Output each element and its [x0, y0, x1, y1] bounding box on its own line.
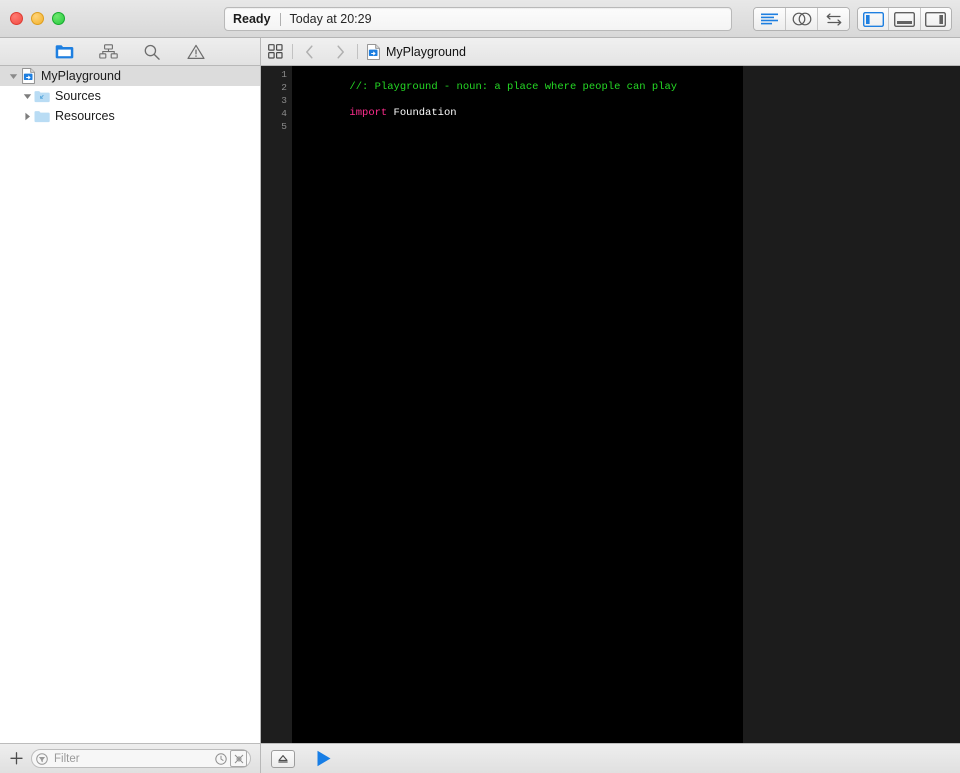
disclosure-triangle-collapsed[interactable]: [20, 109, 34, 123]
tree-item-label: MyPlayground: [41, 69, 121, 83]
debug-area-toggle-icon: [278, 755, 288, 763]
code-line-1[interactable]: //: Playground - noun: a place where peo…: [292, 68, 743, 93]
minimize-button[interactable]: [31, 12, 44, 25]
line-number: 1: [281, 69, 287, 80]
lines-icon: [761, 13, 778, 24]
sources-folder-icon: [34, 88, 50, 104]
toggle-utilities-button[interactable]: [920, 8, 951, 30]
standard-editor-button[interactable]: [754, 8, 786, 30]
add-item-button[interactable]: [3, 746, 29, 772]
source-control-filter-button[interactable]: [230, 750, 247, 767]
clock-icon: [214, 752, 227, 765]
status-bar: Ready Today at 20:29: [224, 7, 732, 31]
project-navigator-tab[interactable]: [53, 42, 75, 62]
status-detail: Today at 20:29: [289, 12, 372, 26]
zoom-button[interactable]: [52, 12, 65, 25]
symbol-navigator-tab[interactable]: [97, 42, 119, 62]
filter-circle-icon: [34, 751, 50, 767]
code-token-identifier: Foundation: [387, 107, 457, 119]
related-items-button[interactable]: [268, 44, 283, 59]
run-playground-button[interactable]: [313, 749, 335, 769]
results-sidebar: [743, 66, 960, 743]
jump-bar-divider-1: [292, 44, 293, 59]
chevron-down-icon: [9, 73, 17, 79]
line-number: 2: [281, 82, 287, 93]
disclosure-triangle-expanded[interactable]: [6, 69, 20, 83]
close-button[interactable]: [10, 12, 23, 25]
disclosure-triangle-expanded[interactable]: [20, 89, 34, 103]
breadcrumb-label: MyPlayground: [386, 44, 466, 59]
project-navigator: MyPlayground Sources Resources: [0, 66, 261, 743]
chevron-left-icon: [306, 44, 313, 59]
recent-filter-button[interactable]: [213, 751, 228, 766]
filter-input[interactable]: Filter: [31, 749, 251, 768]
code-line-5[interactable]: [292, 120, 743, 133]
venn-circles-icon: [792, 12, 811, 26]
playground-file-icon: [20, 68, 36, 84]
folder-icon: [55, 45, 73, 59]
traffic-lights: [10, 12, 65, 25]
tree-item-label: Resources: [55, 109, 115, 123]
view-toggle-group: [857, 7, 952, 31]
play-triangle-icon: [317, 750, 331, 767]
source-editor[interactable]: 1 2 3 4 5 //: Playground - noun: a place…: [261, 66, 960, 743]
find-navigator-tab[interactable]: [141, 42, 163, 62]
toggle-debug-area-button[interactable]: [271, 749, 295, 768]
code-line-3[interactable]: import Foundation: [292, 94, 743, 119]
right-panel-icon: [925, 11, 947, 27]
toggle-debug-area-button[interactable]: [889, 8, 921, 30]
tree-item-resources[interactable]: Resources: [0, 106, 260, 126]
navigator-filter-bar: Filter: [0, 743, 261, 773]
search-icon: [144, 44, 160, 60]
tree-item-sources[interactable]: Sources: [0, 86, 260, 106]
status-state: Ready: [233, 12, 271, 26]
grid-squares-icon: [268, 44, 283, 59]
plus-icon: [9, 752, 23, 765]
version-editor-button[interactable]: [818, 8, 849, 30]
bottom-panel-icon: [893, 11, 915, 27]
line-number-gutter: 1 2 3 4 5: [261, 66, 292, 743]
jump-bar: MyPlayground: [261, 38, 960, 66]
editor-mode-group: [753, 7, 850, 31]
assistant-editor-button[interactable]: [786, 8, 818, 30]
chevron-down-icon: [23, 93, 31, 99]
navigator-tab-bar: [0, 38, 261, 66]
navigate-back-button[interactable]: [302, 44, 317, 59]
jump-bar-divider-2: [357, 44, 358, 59]
code-token-keyword: import: [349, 107, 388, 119]
playground-file-icon: [367, 43, 380, 60]
debug-bar: [261, 743, 960, 773]
titlebar: Ready Today at 20:29: [0, 0, 960, 38]
xcode-playground-window: Ready Today at 20:29 MyPlayground MyPlay…: [0, 0, 960, 773]
boxed-x-icon: [234, 754, 243, 763]
tree-item-label: Sources: [55, 89, 101, 103]
toggle-navigator-button[interactable]: [858, 8, 890, 30]
chevron-right-icon: [337, 44, 344, 59]
line-number: 5: [281, 121, 287, 132]
code-pane[interactable]: //: Playground - noun: a place where peo…: [292, 66, 743, 743]
filter-toggle-group: [213, 750, 247, 767]
filter-placeholder: Filter: [54, 752, 80, 765]
breadcrumb[interactable]: MyPlayground: [367, 43, 466, 60]
arrows-swap-icon: [826, 12, 841, 26]
warning-triangle-icon: [187, 44, 205, 59]
status-divider: [279, 12, 281, 26]
issue-navigator-tab[interactable]: [185, 42, 207, 62]
navigate-forward-button[interactable]: [333, 44, 348, 59]
left-panel-icon: [862, 11, 884, 27]
hierarchy-icon: [98, 44, 118, 59]
line-number: 3: [281, 95, 287, 106]
folder-icon: [34, 108, 50, 124]
chevron-right-icon: [24, 112, 30, 120]
code-token-comment: //: Playground - noun: a place where peo…: [349, 81, 678, 93]
tree-item-myplayground[interactable]: MyPlayground: [0, 66, 260, 86]
line-number: 4: [281, 108, 287, 119]
